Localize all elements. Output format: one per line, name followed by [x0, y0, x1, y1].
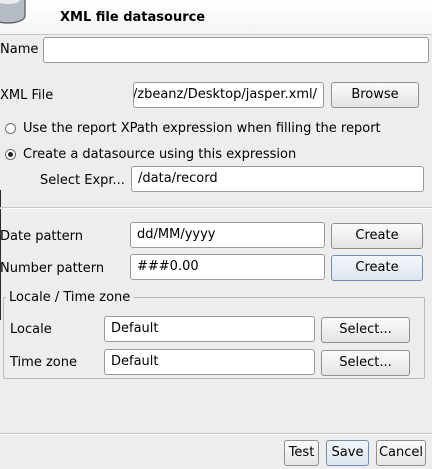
select-expr-field[interactable]: /data/record [131, 166, 424, 192]
timezone-field[interactable]: Default [104, 349, 315, 375]
date-pattern-create-button[interactable]: Create [331, 223, 423, 249]
create-datasource-label[interactable]: Create a datasource using this expressio… [23, 147, 296, 162]
locale-field[interactable]: Default [104, 316, 315, 342]
dialog-header: XML file datasource [0, 0, 432, 35]
number-pattern-create-button[interactable]: Create [331, 255, 423, 281]
locale-select-button[interactable]: Select... [321, 317, 410, 343]
database-icon [0, 0, 26, 24]
create-datasource-radio[interactable] [5, 149, 16, 160]
timezone-label: Time zone [10, 355, 77, 370]
date-pattern-field[interactable]: dd/MM/yyyy [130, 222, 325, 248]
locale-timezone-legend: Locale / Time zone [6, 290, 134, 305]
report-xpath-radio[interactable] [5, 123, 16, 134]
name-field[interactable] [43, 37, 429, 63]
test-button[interactable]: Test [284, 440, 319, 466]
left-edge-line [0, 190, 1, 320]
report-xpath-label[interactable]: Use the report XPath expression when fil… [23, 121, 381, 136]
name-label: Name [0, 42, 39, 57]
browse-button[interactable]: Browse [331, 82, 419, 108]
locale-label: Locale [10, 322, 52, 337]
dialog-title: XML file datasource [60, 10, 206, 25]
number-pattern-field[interactable]: ###0.00 [130, 254, 325, 280]
date-pattern-label: Date pattern [0, 229, 83, 244]
cancel-button[interactable]: Cancel [376, 440, 426, 466]
select-expr-label: Select Expr... [40, 173, 125, 188]
number-pattern-label: Number pattern [0, 261, 105, 276]
save-button[interactable]: Save [326, 440, 369, 466]
xml-file-label: XML File [0, 88, 54, 103]
section-separator [0, 207, 432, 209]
timezone-select-button[interactable]: Select... [321, 350, 410, 376]
xml-file-field[interactable]: /home/zbeanz/Desktop/jasper.xml [133, 82, 324, 108]
footer-separator [0, 433, 432, 435]
